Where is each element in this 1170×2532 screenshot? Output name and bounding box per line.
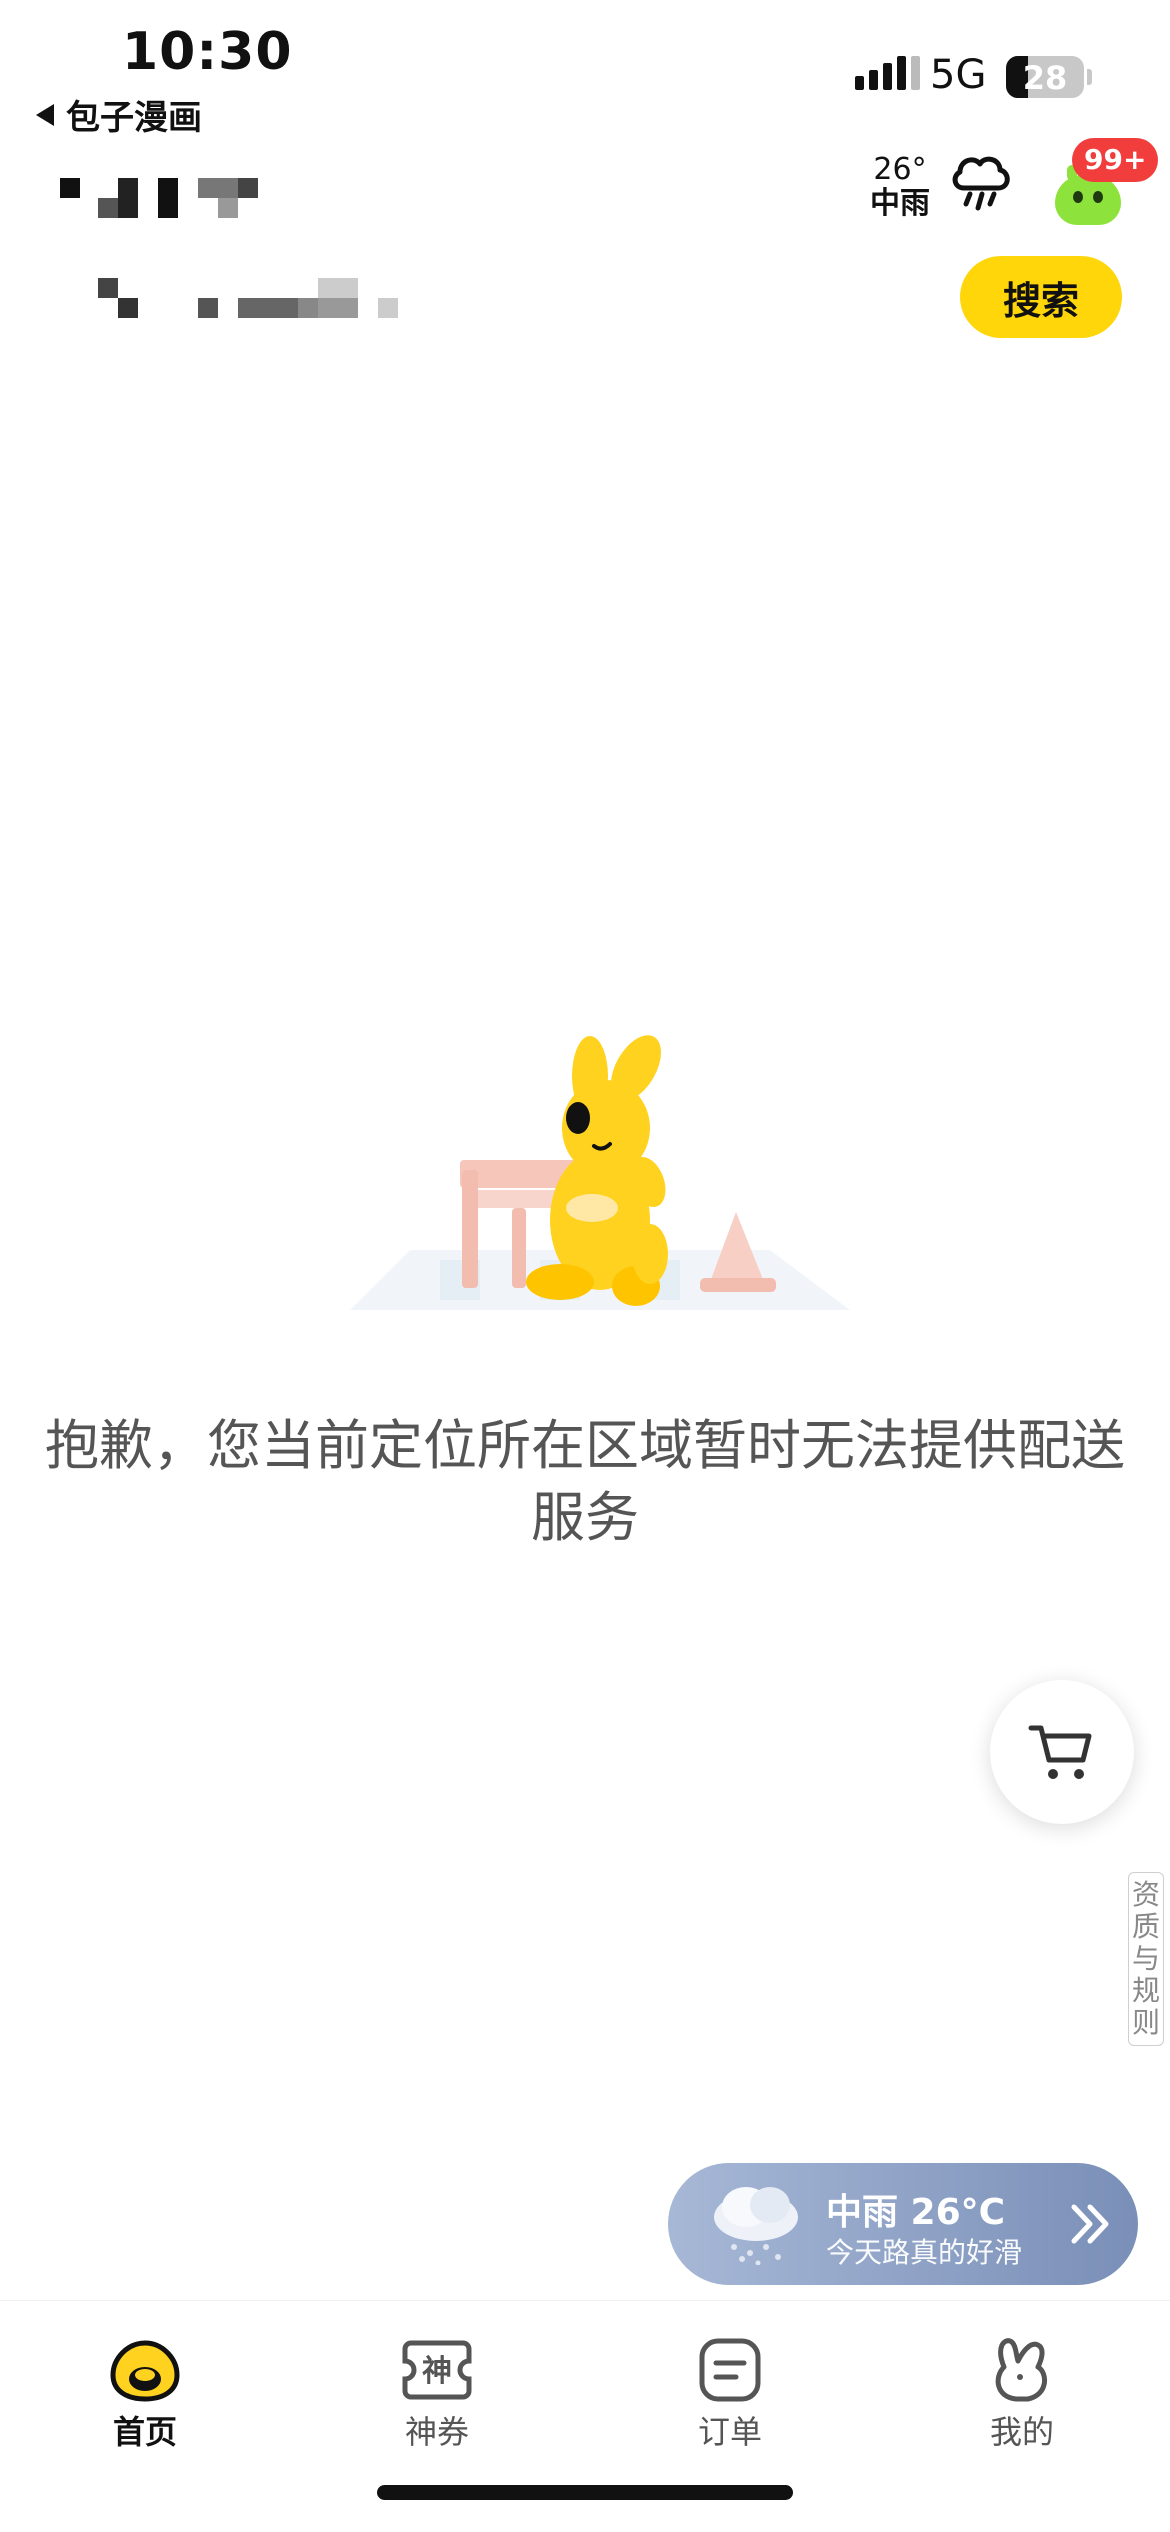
tab-home-label: 首页 [112,2413,177,2451]
battery-cap [1087,69,1092,85]
weather-banner[interactable]: 中雨 26°C 今天路真的好滑 [668,2163,1138,2285]
rain-cloud-icon [952,156,1010,211]
tab-orders-label: 订单 [697,2413,762,2451]
weather-banner-title: 中雨 26°C [826,2192,1006,2233]
tab-coupon[interactable]: 神 神券 [357,2337,517,2453]
double-chevron-right-icon [1071,2204,1109,2244]
cart-icon [1028,1725,1092,1779]
header-weather-temp: 26° [873,152,927,187]
profile-icon [995,2338,1048,2402]
network-type: 5G [930,52,987,98]
empty-state-message: 抱歉，您当前定位所在区域暂时无法提供配送服务 [45,1414,1125,1549]
battery-level: 28 [1022,59,1068,97]
order-icon [699,2338,761,2402]
rain-cloud-icon [714,2187,798,2265]
cart-button[interactable] [990,1680,1134,1824]
tab-home[interactable]: 首页 [65,2337,225,2453]
back-app-label: 包子漫画 [66,98,202,138]
search-button[interactable]: 搜索 [960,256,1122,338]
assistant-mascot-icon[interactable] [1055,165,1121,225]
battery-icon: 28 [1006,56,1084,98]
svg-text:神: 神 [422,2354,452,2389]
home-indicator[interactable] [377,2485,793,2500]
signal-strength-icon [855,56,920,90]
status-time: 10:30 [122,22,293,82]
back-to-app-link[interactable]: 包子漫画 [36,90,202,139]
tab-orders[interactable]: 订单 [650,2337,810,2453]
tab-profile[interactable]: 我的 [942,2337,1102,2453]
qualification-rules-tab[interactable]: 资质与规则 [1128,1872,1164,2046]
weather-banner-subtitle: 今天路真的好滑 [826,2236,1023,2269]
notification-badge: 99+ [1072,138,1159,182]
app-screen: 10:30 包子漫画 5G 28 26° 中雨 99+ 搜索 抱歉，您当前定位所… [0,0,1170,2532]
back-arrow-icon [36,103,54,126]
home-icon [110,2340,180,2402]
tab-profile-label: 我的 [989,2413,1054,2451]
tab-coupon-label: 神券 [404,2413,469,2451]
coupon-icon: 神 [402,2340,472,2400]
header-weather-condition: 中雨 [870,186,930,221]
header-weather: 26° 中雨 [870,155,930,219]
construction-mascot-illustration [350,1035,850,1310]
